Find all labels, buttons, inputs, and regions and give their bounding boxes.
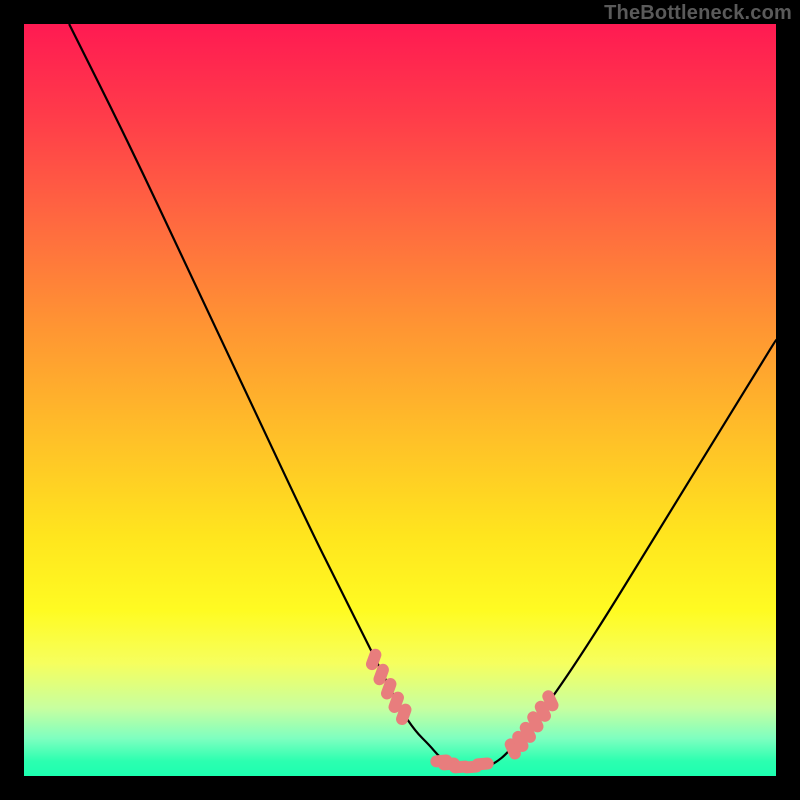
attribution-text: TheBottleneck.com [604, 2, 792, 25]
curve-line [69, 24, 776, 768]
highlight-dots [364, 647, 560, 774]
plot-area [24, 24, 776, 776]
highlight-dot [471, 757, 494, 771]
chart-frame: TheBottleneck.com [0, 0, 800, 800]
curve-svg [24, 24, 776, 776]
